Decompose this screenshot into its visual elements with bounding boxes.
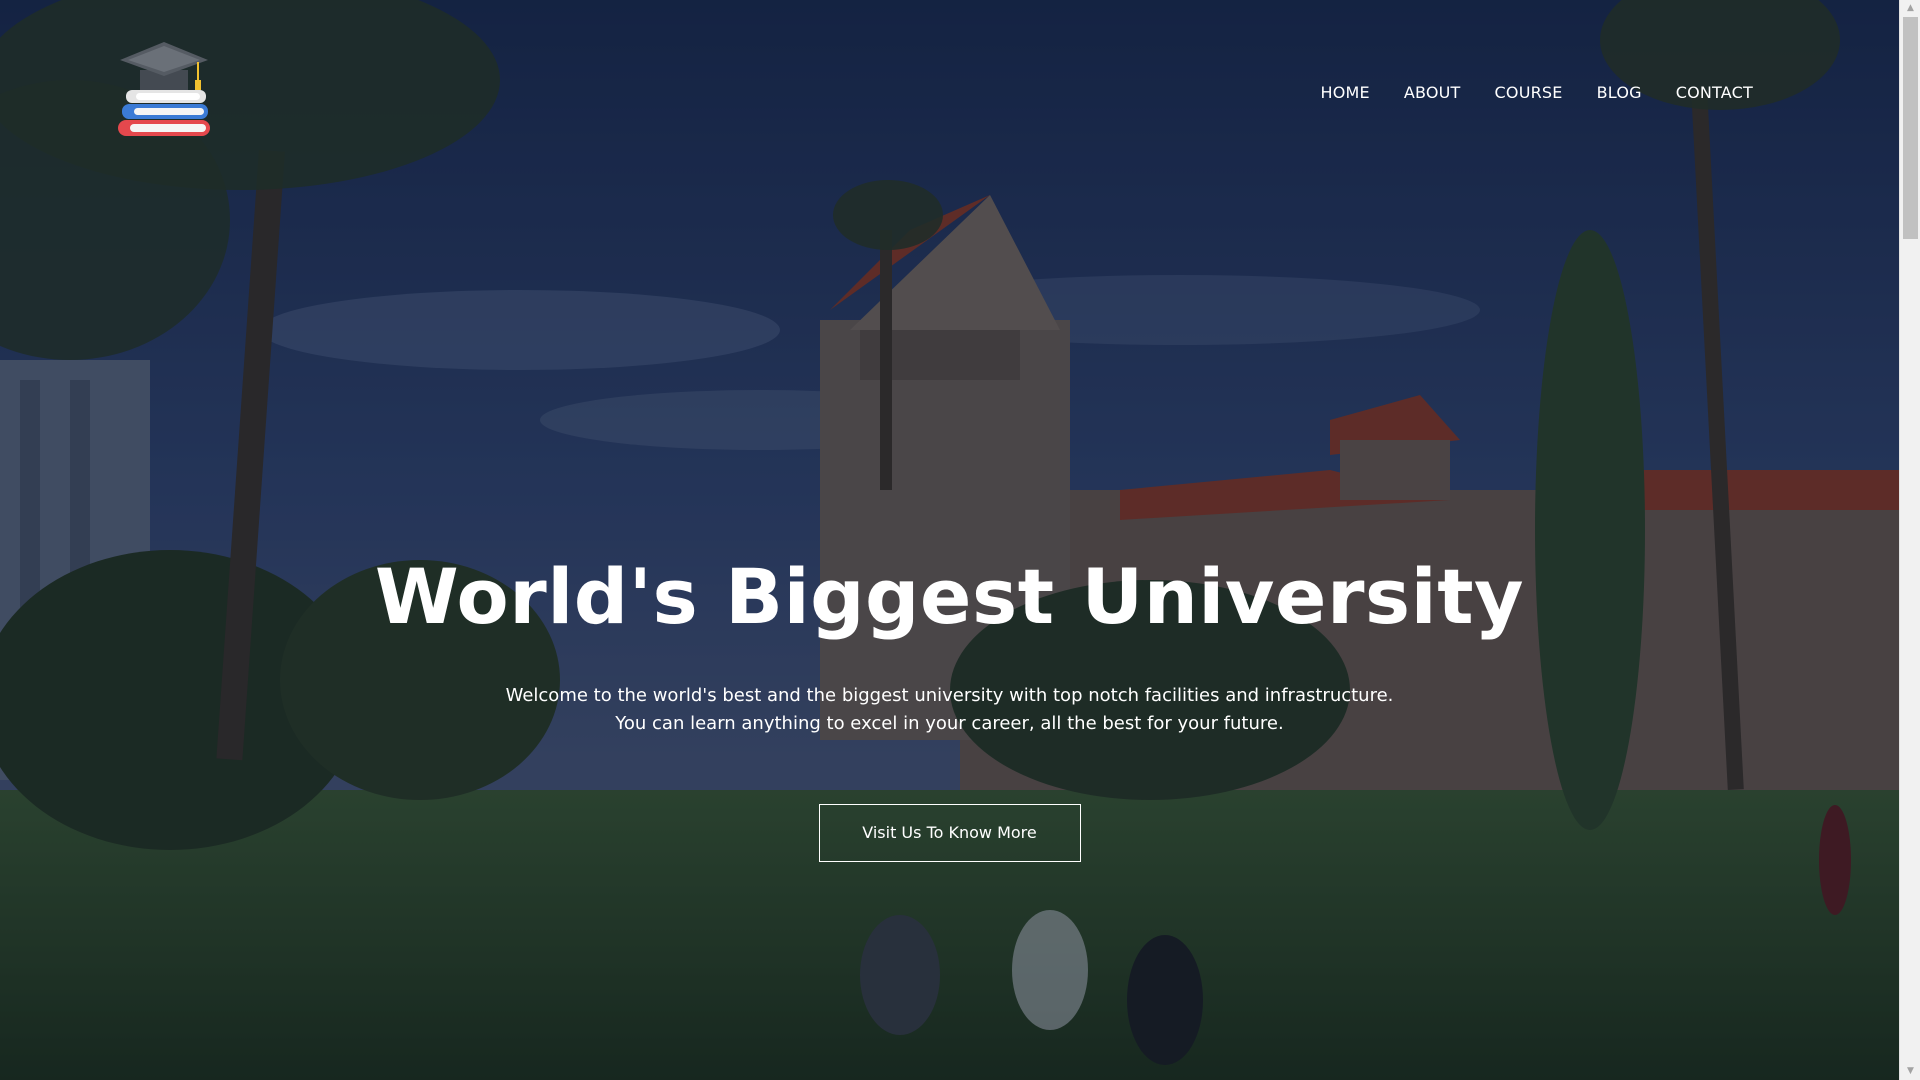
hero-overlay xyxy=(0,0,1899,1080)
nav-item-course[interactable]: COURSE xyxy=(1478,82,1580,104)
main-nav: HOME ABOUT COURSE BLOG CONTACT xyxy=(1303,82,1770,104)
nav-item-home[interactable]: HOME xyxy=(1303,82,1386,104)
visit-us-button[interactable]: Visit Us To Know More xyxy=(818,804,1081,862)
nav-item-contact[interactable]: CONTACT xyxy=(1659,82,1770,104)
arrow-up-icon[interactable]: ▲ xyxy=(1900,0,1920,17)
hero-subtitle-line-1: Welcome to the world's best and the bigg… xyxy=(505,685,1394,706)
graduation-cap-books-icon xyxy=(118,42,210,136)
hero-title: World's Biggest University xyxy=(374,552,1525,641)
hero-subtitle-line-2: You can learn anything to excel in your … xyxy=(615,713,1284,734)
logo[interactable] xyxy=(112,36,216,140)
hero-content: World's Biggest University Welcome to th… xyxy=(0,548,1899,862)
hero-subtitle: Welcome to the world's best and the bigg… xyxy=(0,682,1899,738)
nav-item-blog[interactable]: BLOG xyxy=(1580,82,1659,104)
scrollbar-thumb[interactable] xyxy=(1903,17,1918,239)
nav-item-about[interactable]: ABOUT xyxy=(1387,82,1478,104)
page: HOME ABOUT COURSE BLOG CONTACT World's B… xyxy=(0,0,1920,1080)
vertical-scrollbar[interactable]: ▲ ▼ xyxy=(1899,0,1920,1080)
arrow-down-icon[interactable]: ▼ xyxy=(1900,1063,1920,1080)
